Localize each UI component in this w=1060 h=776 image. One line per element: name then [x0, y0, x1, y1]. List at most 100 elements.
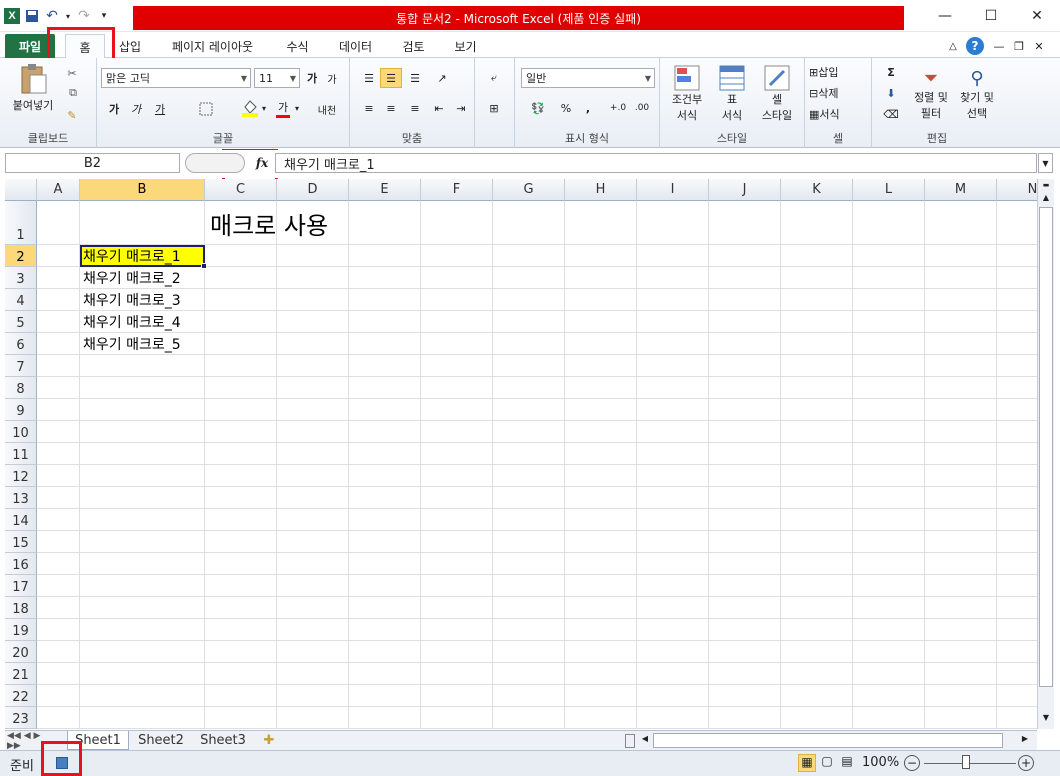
- insert-function-button[interactable]: fx: [252, 153, 272, 173]
- column-header-h[interactable]: H: [565, 179, 637, 201]
- row-header-6[interactable]: 6: [5, 333, 37, 355]
- align-right-icon[interactable]: ≡: [404, 98, 426, 118]
- cell-styles-button[interactable]: 셀 스타일: [754, 62, 800, 126]
- cell-b2[interactable]: 채우기 매크로_1: [80, 245, 205, 267]
- underline-button[interactable]: 가: [149, 98, 171, 120]
- macro-record-icon[interactable]: [56, 757, 68, 769]
- sheet-tab-3[interactable]: Sheet3: [193, 731, 253, 750]
- phonetic-button[interactable]: 내천: [313, 98, 341, 120]
- row-header-7[interactable]: 7: [5, 355, 37, 377]
- cell-b5[interactable]: 채우기 매크로_4: [80, 311, 205, 333]
- copy-icon[interactable]: ⧉: [62, 84, 84, 102]
- minimize-button[interactable]: —: [922, 0, 968, 32]
- sheet-tab-1[interactable]: Sheet1: [67, 731, 129, 750]
- format-painter-icon[interactable]: ✎: [62, 106, 82, 124]
- decrease-decimal-icon[interactable]: .00: [631, 98, 653, 118]
- accounting-format-icon[interactable]: 💱: [523, 98, 553, 118]
- formula-input[interactable]: 채우기 매크로_1: [275, 153, 1037, 173]
- page-layout-view-icon[interactable]: ▢: [818, 754, 836, 772]
- split-handle-icon[interactable]: ▬: [1040, 181, 1052, 189]
- fill-down-icon[interactable]: ⬇: [878, 83, 904, 103]
- italic-button[interactable]: 가: [127, 98, 145, 120]
- undo-icon[interactable]: ↶: [44, 8, 60, 24]
- column-header-l[interactable]: L: [853, 179, 925, 201]
- maximize-button[interactable]: ☐: [968, 0, 1014, 32]
- orientation-icon[interactable]: ↗: [430, 68, 454, 88]
- font-size-select[interactable]: 11 ▼: [254, 68, 300, 88]
- sheet-tab-2[interactable]: Sheet2: [131, 731, 191, 750]
- row-header-9[interactable]: 9: [5, 399, 37, 421]
- row-header-2[interactable]: 2: [5, 245, 37, 267]
- align-center-icon[interactable]: ≡: [380, 98, 402, 118]
- row-header-1[interactable]: 1: [5, 201, 37, 245]
- cell-b3[interactable]: 채우기 매크로_2: [80, 267, 205, 289]
- column-header-i[interactable]: I: [637, 179, 709, 201]
- cell-b6[interactable]: 채우기 매크로_5: [80, 333, 205, 355]
- row-header-18[interactable]: 18: [5, 597, 37, 619]
- row-header-22[interactable]: 22: [5, 685, 37, 707]
- vertical-scroll-thumb[interactable]: [1039, 207, 1053, 687]
- worksheet-grid[interactable]: ABCDEFGHIJKLMN 1 2 3 4 5 6 7 8 9 10 11 12 13 14 15 16 17…: [5, 179, 1037, 729]
- formula-expand-icon[interactable]: ▼: [1038, 153, 1053, 173]
- font-name-select[interactable]: 맑은 고딕 ▼: [101, 68, 251, 88]
- decrease-indent-icon[interactable]: ⇤: [428, 98, 450, 118]
- cell-c1-title[interactable]: 매크로 사용: [210, 201, 328, 245]
- clear-icon[interactable]: ⌫: [878, 104, 904, 124]
- insert-sheet-icon[interactable]: ✚: [257, 731, 281, 750]
- name-box[interactable]: B2: [5, 153, 180, 173]
- number-format-select[interactable]: 일반 ▼: [521, 68, 655, 88]
- row-header-11[interactable]: 11: [5, 443, 37, 465]
- sheet-nav-arrows-icon[interactable]: ◀◀ ◀ ▶ ▶▶: [7, 731, 57, 751]
- grow-font-button[interactable]: 가: [303, 68, 321, 88]
- column-header-d[interactable]: D: [277, 179, 349, 201]
- scroll-down-icon[interactable]: ▼: [1040, 713, 1052, 725]
- conditional-format-button[interactable]: 조건부 서식: [666, 62, 708, 126]
- horizontal-scroll-thumb[interactable]: [653, 733, 1003, 748]
- increase-decimal-icon[interactable]: +.0: [607, 98, 629, 118]
- column-header-c[interactable]: C: [205, 179, 277, 201]
- paste-button-label[interactable]: 붙여넣기: [4, 96, 62, 114]
- tab-data[interactable]: 데이터: [333, 34, 378, 58]
- find-select-button[interactable]: ⚲ 찾기 및 선택: [954, 62, 1000, 126]
- delete-cells-button[interactable]: ⊟ 삭제: [809, 83, 869, 103]
- align-left-icon[interactable]: ≡: [358, 98, 380, 118]
- column-header-k[interactable]: K: [781, 179, 853, 201]
- doc-minimize-icon[interactable]: —: [992, 34, 1006, 58]
- row-header-4[interactable]: 4: [5, 289, 37, 311]
- font-color-dropdown-icon[interactable]: ▾: [293, 102, 301, 114]
- row-header-23[interactable]: 23: [5, 707, 37, 729]
- close-button[interactable]: ✕: [1014, 0, 1060, 32]
- column-header-n[interactable]: N: [997, 179, 1037, 201]
- row-header-12[interactable]: 12: [5, 465, 37, 487]
- column-header-f[interactable]: F: [421, 179, 493, 201]
- select-all-button[interactable]: [5, 179, 37, 201]
- doc-close-icon[interactable]: ✕: [1032, 34, 1046, 58]
- tab-review[interactable]: 검토: [396, 34, 431, 58]
- undo-dropdown-icon[interactable]: ▾: [64, 8, 72, 24]
- format-as-table-button[interactable]: 표 서식: [712, 62, 752, 126]
- page-break-view-icon[interactable]: ▤: [838, 754, 856, 772]
- formula-bar-expand-handle[interactable]: [185, 153, 245, 173]
- fill-handle[interactable]: [201, 263, 207, 269]
- align-top-icon[interactable]: ☰: [358, 68, 380, 88]
- row-header-16[interactable]: 16: [5, 553, 37, 575]
- zoom-level[interactable]: 100%: [862, 755, 899, 770]
- column-header-g[interactable]: G: [493, 179, 565, 201]
- fill-color-icon[interactable]: [239, 96, 261, 120]
- row-header-10[interactable]: 10: [5, 421, 37, 443]
- sort-filter-button[interactable]: ⏷ 정렬 및 필터: [908, 62, 954, 126]
- row-header-19[interactable]: 19: [5, 619, 37, 641]
- hscroll-split-handle[interactable]: [625, 734, 635, 748]
- tab-formulas[interactable]: 수식: [280, 34, 315, 58]
- align-bottom-icon[interactable]: ☰: [404, 68, 426, 88]
- row-header-20[interactable]: 20: [5, 641, 37, 663]
- scroll-left-icon[interactable]: ◀: [639, 734, 651, 748]
- tab-insert[interactable]: 삽입: [115, 34, 145, 58]
- tab-file[interactable]: 파일: [5, 34, 55, 58]
- row-header-15[interactable]: 15: [5, 531, 37, 553]
- shrink-font-button[interactable]: 가: [323, 68, 341, 88]
- merge-center-icon[interactable]: ⊞: [483, 98, 505, 118]
- row-header-21[interactable]: 21: [5, 663, 37, 685]
- tab-view[interactable]: 보기: [448, 34, 483, 58]
- customize-qat-icon[interactable]: ▾: [96, 8, 112, 24]
